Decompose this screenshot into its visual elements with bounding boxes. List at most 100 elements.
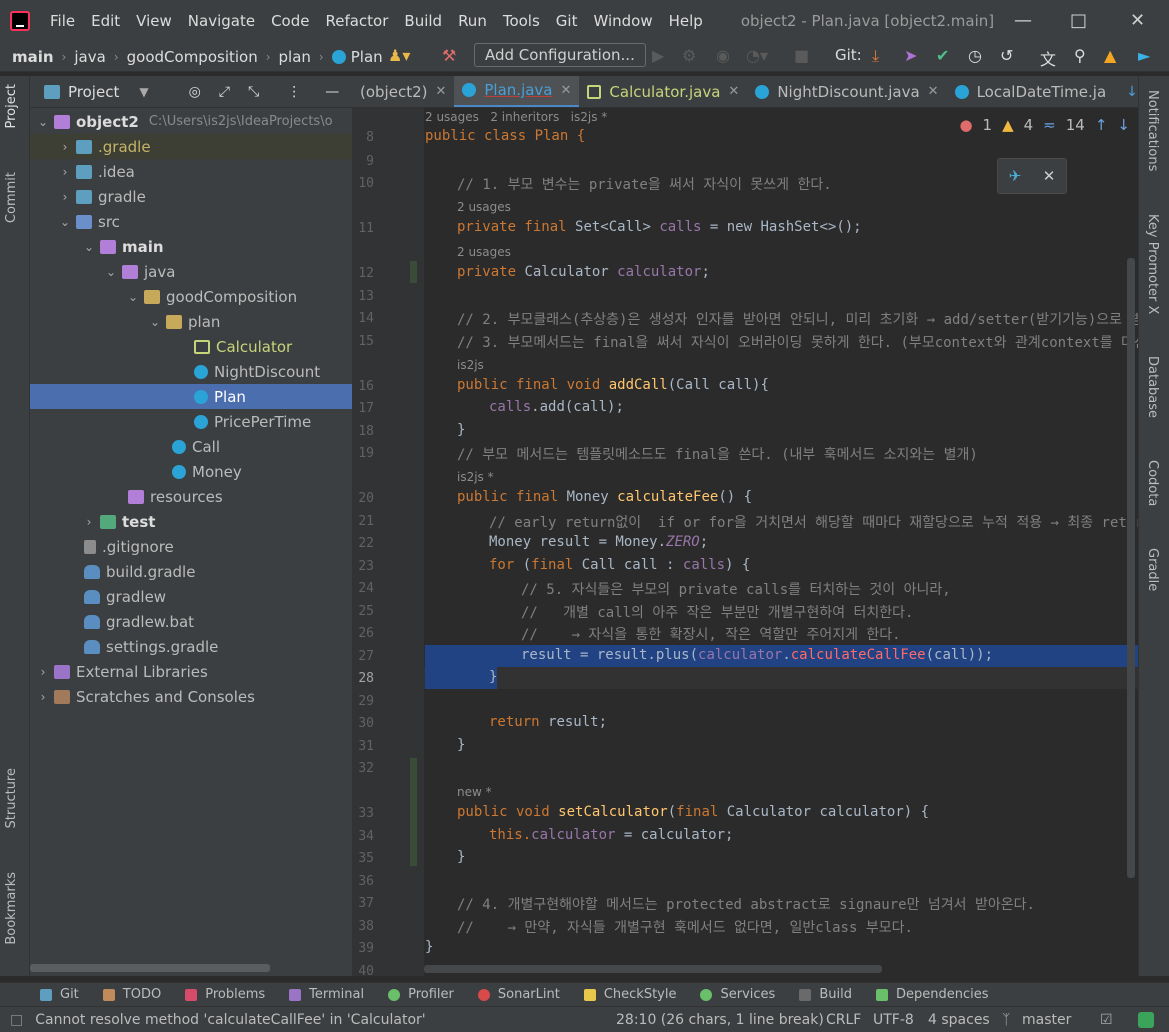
tree-item-gradle[interactable]: › gradle xyxy=(30,184,352,209)
inspection-widget[interactable]: ● 1 ▲ 4 ≂ 14 ↑ ↓ xyxy=(959,116,1130,134)
tree-item-idea[interactable]: › .idea xyxy=(30,159,352,184)
tool-dependencies[interactable]: Dependencies xyxy=(875,987,988,1002)
chevron-down-icon[interactable]: ▼ xyxy=(139,85,148,99)
users-icon[interactable]: ♟▾ xyxy=(388,46,410,65)
translate-icon[interactable]: 文 xyxy=(1040,46,1056,70)
run-icon[interactable]: ▶ xyxy=(652,46,664,65)
tree-item-external-libraries[interactable]: › External Libraries xyxy=(30,659,352,684)
stop-icon[interactable]: ■ xyxy=(794,46,809,65)
chevron-right-icon[interactable]: › xyxy=(58,140,72,154)
tree-item-money[interactable]: Money xyxy=(30,459,352,484)
update-icon[interactable]: ▲ xyxy=(1104,46,1116,65)
profile-icon[interactable]: ◔▾ xyxy=(746,46,768,65)
status-message[interactable]: Cannot resolve method 'calculateCallFee'… xyxy=(35,1012,425,1028)
hide-icon[interactable]: — xyxy=(325,84,339,100)
menu-window[interactable]: Window xyxy=(593,12,652,30)
tree-item-test[interactable]: › test xyxy=(30,509,352,534)
chevron-right-icon[interactable]: › xyxy=(58,165,72,179)
tool-tab-key-promoter[interactable]: Key Promoter X xyxy=(1145,214,1160,314)
tool-tab-codota[interactable]: Codota xyxy=(1145,460,1160,506)
menu-build[interactable]: Build xyxy=(404,12,442,30)
breadcrumb-goodcomposition[interactable]: goodComposition xyxy=(127,48,258,66)
indent-setting[interactable]: 4 spaces xyxy=(928,1012,990,1028)
editor-vertical-scrollbar[interactable] xyxy=(1127,258,1135,878)
tree-item-gradlew[interactable]: gradlew xyxy=(30,584,352,609)
breadcrumb-java[interactable]: java xyxy=(74,48,105,66)
tree-item-call[interactable]: Call xyxy=(30,434,352,459)
menu-view[interactable]: View xyxy=(136,12,172,30)
tree-item-build-gradle[interactable]: build.gradle xyxy=(30,559,352,584)
caret-position[interactable]: 28:10 (26 chars, 1 line break) xyxy=(616,1012,824,1028)
chevron-right-icon[interactable]: › xyxy=(82,515,96,529)
tab-plan-java[interactable]: Plan.java ✕ xyxy=(454,76,580,107)
tool-tab-database[interactable]: Database xyxy=(1145,356,1160,418)
project-panel-title[interactable]: Project xyxy=(68,83,119,101)
author-hint[interactable]: is2js * xyxy=(457,470,494,484)
git-commit-icon[interactable]: ✔ xyxy=(936,46,949,65)
chevron-down-icon[interactable]: ⌄ xyxy=(148,315,162,329)
tool-sonarlint[interactable]: SonarLint xyxy=(477,987,560,1002)
tool-tab-structure[interactable]: Structure xyxy=(4,768,19,828)
coverage-icon[interactable]: ◉ xyxy=(716,46,730,65)
tool-tab-notifications[interactable]: Notifications xyxy=(1145,90,1160,171)
tree-item-calculator[interactable]: Calculator xyxy=(30,334,352,359)
usages-hint[interactable]: 2 usages 2 inheritors is2js * xyxy=(425,110,607,124)
chevron-down-icon[interactable]: ⌄ xyxy=(104,265,118,279)
tree-item-settings-gradle[interactable]: settings.gradle xyxy=(30,634,352,659)
menu-edit[interactable]: Edit xyxy=(91,12,120,30)
git-push-icon[interactable]: ➤ xyxy=(904,46,917,65)
tab-localdatetime[interactable]: LocalDateTime.ja xyxy=(947,76,1115,107)
tool-build[interactable]: Build xyxy=(799,987,852,1002)
tree-item-java[interactable]: ⌄ java xyxy=(30,259,352,284)
close-icon[interactable]: ✕ xyxy=(728,84,739,99)
tab-object2[interactable]: (object2) ✕ xyxy=(352,76,454,107)
git-update-icon[interactable]: ⤓ xyxy=(872,46,879,66)
tool-services[interactable]: Services xyxy=(700,987,775,1002)
menu-tools[interactable]: Tools xyxy=(503,12,540,30)
tool-problems[interactable]: Problems xyxy=(185,987,265,1002)
target-icon[interactable]: ◎ xyxy=(189,84,201,100)
rollback-icon[interactable]: ↺ xyxy=(1000,46,1013,65)
add-configuration-button[interactable]: Add Configuration... xyxy=(474,43,646,67)
debug-icon[interactable]: ⚙ xyxy=(682,46,696,65)
chevron-down-icon[interactable]: ⌄ xyxy=(36,115,50,129)
tab-calculator-java[interactable]: Calculator.java ✕ xyxy=(579,76,747,107)
menu-run[interactable]: Run xyxy=(458,12,487,30)
chevron-down-icon[interactable]: ⌄ xyxy=(126,290,140,304)
usages-hint[interactable]: 2 usages xyxy=(457,245,511,259)
menu-code[interactable]: Code xyxy=(271,12,309,30)
menu-help[interactable]: Help xyxy=(669,12,703,30)
breadcrumb-main[interactable]: main xyxy=(12,48,54,66)
tool-profiler[interactable]: Profiler xyxy=(388,987,454,1002)
code-with-me-icon[interactable]: ► xyxy=(1138,46,1150,65)
close-icon[interactable]: ✕ xyxy=(435,84,446,99)
tool-checkstyle[interactable]: CheckStyle xyxy=(583,987,676,1002)
author-hint[interactable]: is2js xyxy=(457,358,484,372)
git-branch[interactable]: master xyxy=(1022,1012,1071,1028)
collapse-all-icon[interactable]: ⤡ xyxy=(248,84,259,100)
status-panel-icon[interactable]: □ xyxy=(10,1012,23,1028)
menu-navigate[interactable]: Navigate xyxy=(188,12,255,30)
tool-tab-gradle[interactable]: Gradle xyxy=(1145,548,1160,591)
chevron-down-icon[interactable]: ⌄ xyxy=(82,240,96,254)
close-icon[interactable]: ✕ xyxy=(1130,10,1145,31)
tree-item-gradle-dir[interactable]: › .gradle xyxy=(30,134,352,159)
tool-tab-commit[interactable]: Commit xyxy=(4,172,19,223)
tree-item-goodcomposition[interactable]: ⌄ goodComposition xyxy=(30,284,352,309)
tree-item-plan-package[interactable]: ⌄ plan xyxy=(30,309,352,334)
usages-hint[interactable]: 2 usages xyxy=(457,200,511,214)
code-with-me-icon[interactable]: ✈ xyxy=(1009,167,1022,185)
options-icon[interactable]: ⋮ xyxy=(287,84,301,100)
menu-file[interactable]: File xyxy=(50,12,75,30)
hammer-icon[interactable]: ⚒ xyxy=(442,46,456,65)
code-editor[interactable]: ● 1 ▲ 4 ≂ 14 ↑ ↓ ✈ ✕ 8 9 10 11 12 13 14 15 … xyxy=(352,108,1138,976)
chevron-right-icon[interactable]: › xyxy=(36,665,50,679)
tool-todo[interactable]: TODO xyxy=(102,987,161,1002)
line-separator[interactable]: CRLF xyxy=(826,1012,861,1028)
editor-horizontal-scrollbar[interactable] xyxy=(424,965,882,973)
codota-status-icon[interactable] xyxy=(1138,1012,1154,1028)
previous-highlight-icon[interactable]: ↑ xyxy=(1095,116,1108,134)
close-icon[interactable]: ✕ xyxy=(1043,167,1056,185)
minimize-icon[interactable]: — xyxy=(1014,10,1032,31)
breadcrumb-plan-class[interactable]: Plan xyxy=(351,48,383,66)
